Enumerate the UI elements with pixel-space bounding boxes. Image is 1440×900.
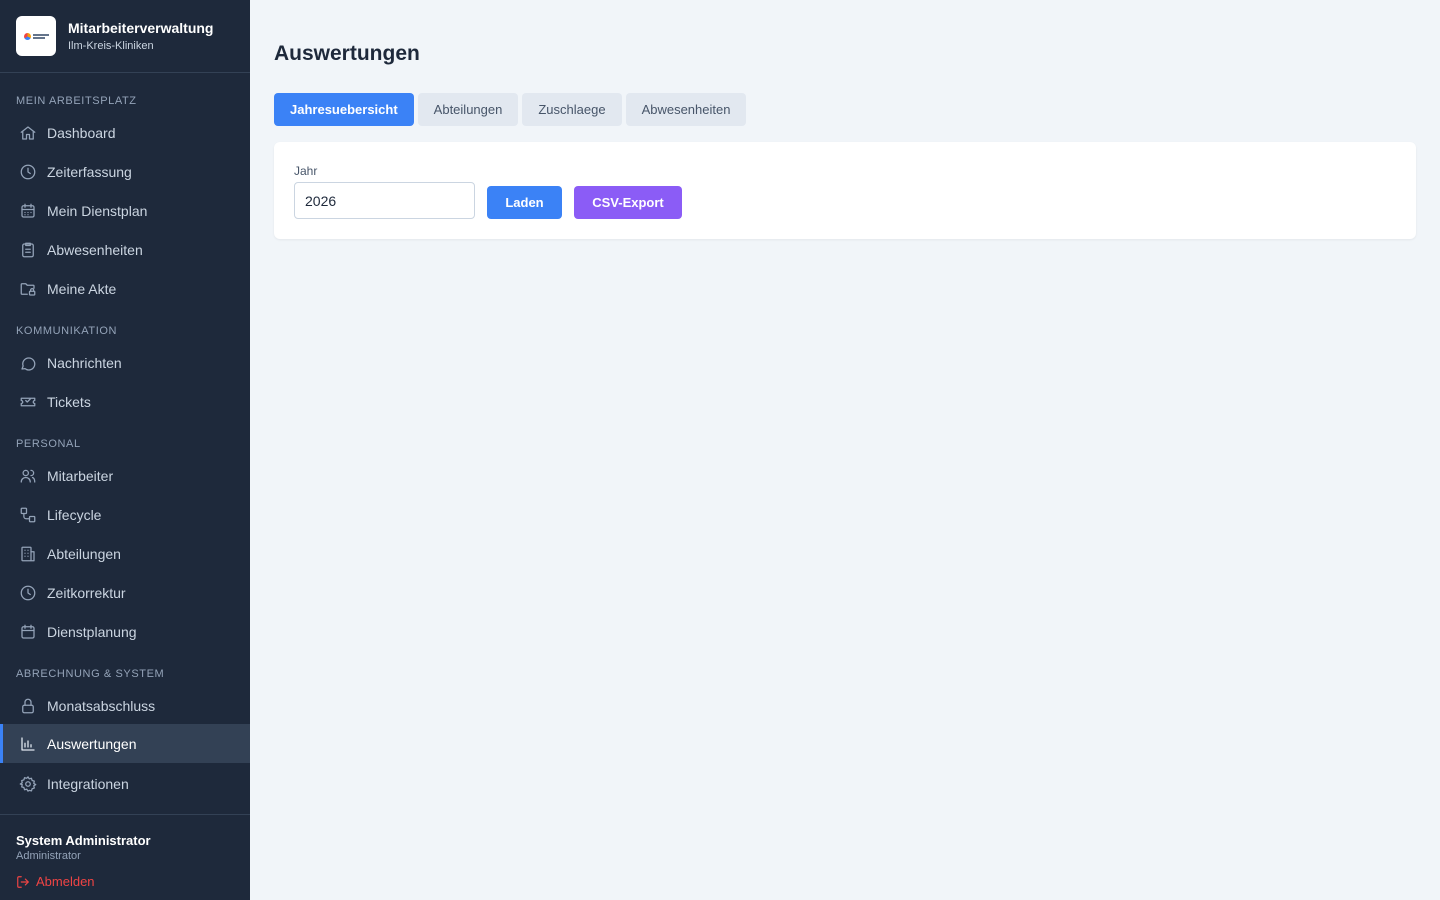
section-title-personal: PERSONAL xyxy=(16,438,81,450)
sidebar-item-label: Nachrichten xyxy=(47,354,122,371)
page-title: Auswertungen xyxy=(274,42,420,65)
brand-header: Mitarbeiterverwaltung Ilm-Kreis-Kliniken xyxy=(0,0,250,73)
calendar-icon xyxy=(19,202,37,220)
report-tabs: Jahresuebersicht Abteilungen Zuschlaege … xyxy=(274,93,747,126)
sidebar-item-dienstplanung[interactable]: Dienstplanung xyxy=(0,612,250,651)
tab-abteilungen[interactable]: Abteilungen xyxy=(417,93,519,126)
clipboard-icon xyxy=(19,241,37,259)
user-panel: System Administrator Administrator Abmel… xyxy=(0,814,250,889)
sidebar-item-label: Mitarbeiter xyxy=(47,467,114,484)
sidebar-item-label: Dashboard xyxy=(47,124,116,141)
sidebar: Mitarbeiterverwaltung Ilm-Kreis-Kliniken… xyxy=(0,0,250,900)
sidebar-item-label: Tickets xyxy=(47,393,91,410)
sidebar-item-lifecycle[interactable]: Lifecycle xyxy=(0,495,250,534)
sidebar-item-integrationen[interactable]: Integrationen xyxy=(0,764,250,803)
logout-button[interactable]: Abmelden xyxy=(16,874,234,889)
calendar-icon xyxy=(19,623,37,641)
user-role: Administrator xyxy=(16,850,81,862)
tab-zuschlaege[interactable]: Zuschlaege xyxy=(522,93,622,126)
sidebar-item-label: Lifecycle xyxy=(47,506,102,523)
tab-abwesenheiten[interactable]: Abwesenheiten xyxy=(625,93,747,126)
sidebar-item-dashboard[interactable]: Dashboard xyxy=(0,113,250,152)
workflow-icon xyxy=(19,506,37,524)
app-title: Mitarbeiterverwaltung xyxy=(68,20,214,36)
sidebar-item-nachrichten[interactable]: Nachrichten xyxy=(0,343,250,382)
sidebar-item-mein-dienstplan[interactable]: Mein Dienstplan xyxy=(0,191,250,230)
sidebar-item-monatsabschluss[interactable]: Monatsabschluss xyxy=(0,686,250,725)
sidebar-item-label: Auswertungen xyxy=(47,735,137,752)
main-content: Auswertungen Jahresuebersicht Abteilunge… xyxy=(250,0,1440,900)
sidebar-item-label: Abteilungen xyxy=(47,545,121,562)
sidebar-item-abwesenheiten[interactable]: Abwesenheiten xyxy=(0,230,250,269)
users-icon xyxy=(19,467,37,485)
home-icon xyxy=(19,124,37,142)
sidebar-item-label: Meine Akte xyxy=(47,280,117,297)
section-title-mein-arbeitsplatz: MEIN ARBEITSPLATZ xyxy=(16,95,137,107)
logout-icon xyxy=(17,875,29,888)
sidebar-item-auswertungen[interactable]: Auswertungen xyxy=(0,724,250,763)
gear-icon xyxy=(19,775,37,793)
clock-icon xyxy=(19,163,37,181)
sidebar-item-label: Monatsabschluss xyxy=(47,697,156,714)
sidebar-item-abteilungen[interactable]: Abteilungen xyxy=(0,534,250,573)
sidebar-item-meine-akte[interactable]: Meine Akte xyxy=(0,269,250,308)
year-input[interactable] xyxy=(294,182,475,219)
user-name: System Administrator xyxy=(16,833,151,848)
sidebar-item-zeiterfassung[interactable]: Zeiterfassung xyxy=(0,152,250,191)
year-label: Jahr xyxy=(294,164,318,178)
lock-icon xyxy=(19,697,37,715)
section-title-kommunikation: KOMMUNIKATION xyxy=(16,325,118,337)
organization-name: Ilm-Kreis-Kliniken xyxy=(68,40,154,52)
sidebar-item-label: Dienstplanung xyxy=(47,623,137,640)
folder-lock-icon xyxy=(19,280,37,298)
logout-label: Abmelden xyxy=(36,874,95,889)
filter-card: Jahr Laden CSV-Export xyxy=(274,142,1416,239)
csv-export-button[interactable]: CSV-Export xyxy=(574,186,682,219)
clock-icon xyxy=(19,584,37,602)
sidebar-item-label: Abwesenheiten xyxy=(47,241,143,258)
bar-chart-icon xyxy=(19,735,37,753)
sidebar-item-label: Mein Dienstplan xyxy=(47,202,148,219)
load-button[interactable]: Laden xyxy=(487,186,562,219)
hospital-logo xyxy=(16,16,56,56)
section-title-abrechnung-system: ABRECHNUNG & SYSTEM xyxy=(16,668,165,680)
sidebar-item-tickets[interactable]: Tickets xyxy=(0,382,250,421)
building-icon xyxy=(19,545,37,563)
ticket-icon xyxy=(19,393,37,411)
message-icon xyxy=(19,354,37,372)
sidebar-item-zeitkorrektur[interactable]: Zeitkorrektur xyxy=(0,573,250,612)
tab-jahresuebersicht[interactable]: Jahresuebersicht xyxy=(274,93,414,126)
sidebar-item-label: Integrationen xyxy=(47,775,129,792)
sidebar-item-label: Zeiterfassung xyxy=(47,163,132,180)
sidebar-item-mitarbeiter[interactable]: Mitarbeiter xyxy=(0,456,250,495)
sidebar-item-label: Zeitkorrektur xyxy=(47,584,126,601)
